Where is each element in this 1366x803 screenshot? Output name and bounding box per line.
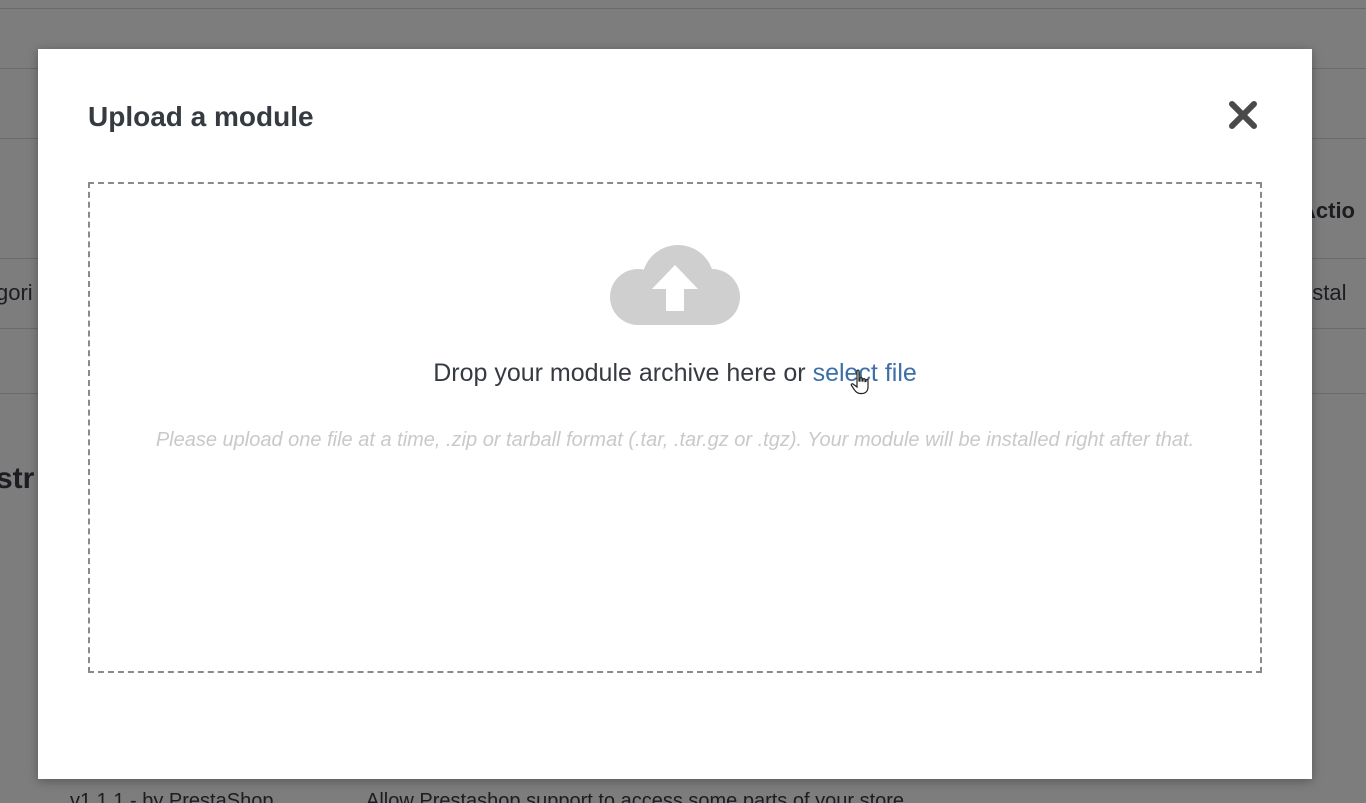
- hand-pointer-icon: [850, 369, 872, 395]
- close-button[interactable]: [1225, 97, 1261, 133]
- upload-module-modal: Upload a module Drop your module archive…: [38, 49, 1312, 779]
- upload-hint: Please upload one file at a time, .zip o…: [155, 429, 1195, 451]
- cloud-upload-icon: [608, 239, 742, 333]
- file-dropzone[interactable]: Drop your module archive here or select …: [88, 182, 1262, 673]
- close-icon: [1229, 101, 1257, 129]
- modal-title: Upload a module: [88, 101, 314, 132]
- dropzone-prompt-text: Drop your module archive here or: [433, 359, 813, 387]
- dropzone-prompt: Drop your module archive here or select …: [90, 359, 1260, 388]
